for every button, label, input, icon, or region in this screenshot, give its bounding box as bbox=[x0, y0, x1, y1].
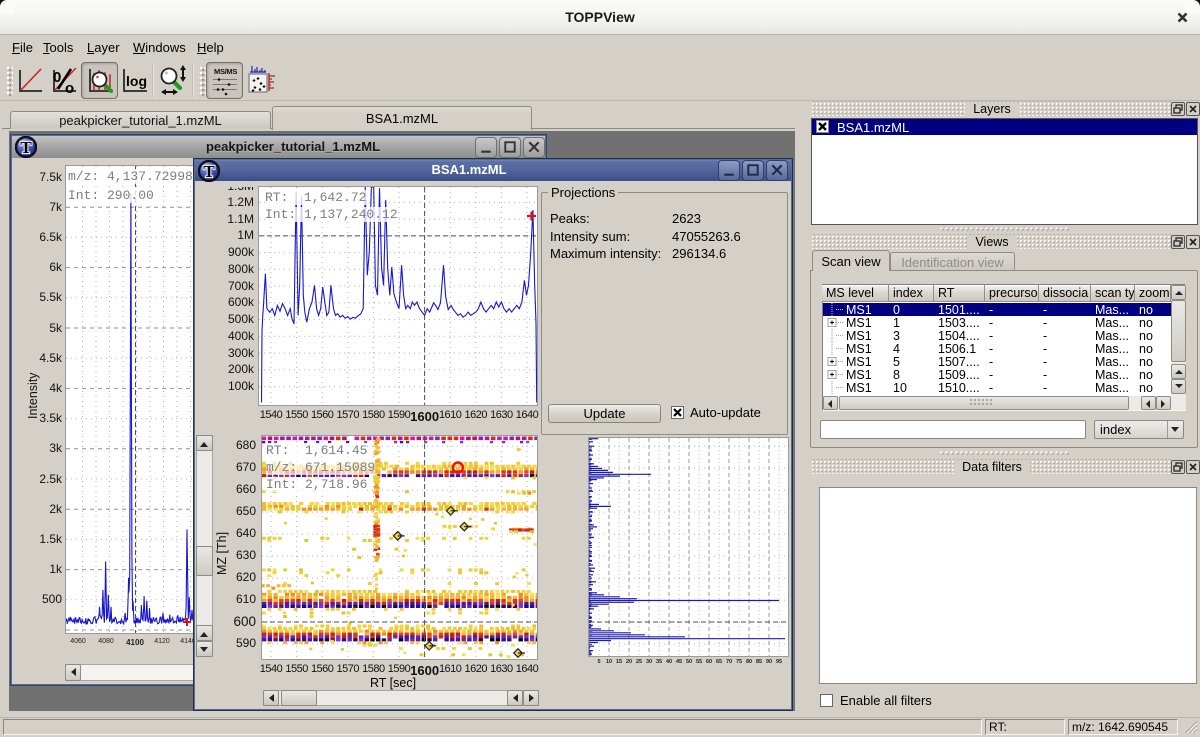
svg-text:T: T bbox=[203, 162, 215, 181]
svg-text:T: T bbox=[20, 138, 32, 157]
svg-text:log: log bbox=[126, 73, 147, 89]
svg-text:o: o bbox=[65, 80, 74, 96]
svg-text:MS/MS: MS/MS bbox=[214, 67, 237, 76]
